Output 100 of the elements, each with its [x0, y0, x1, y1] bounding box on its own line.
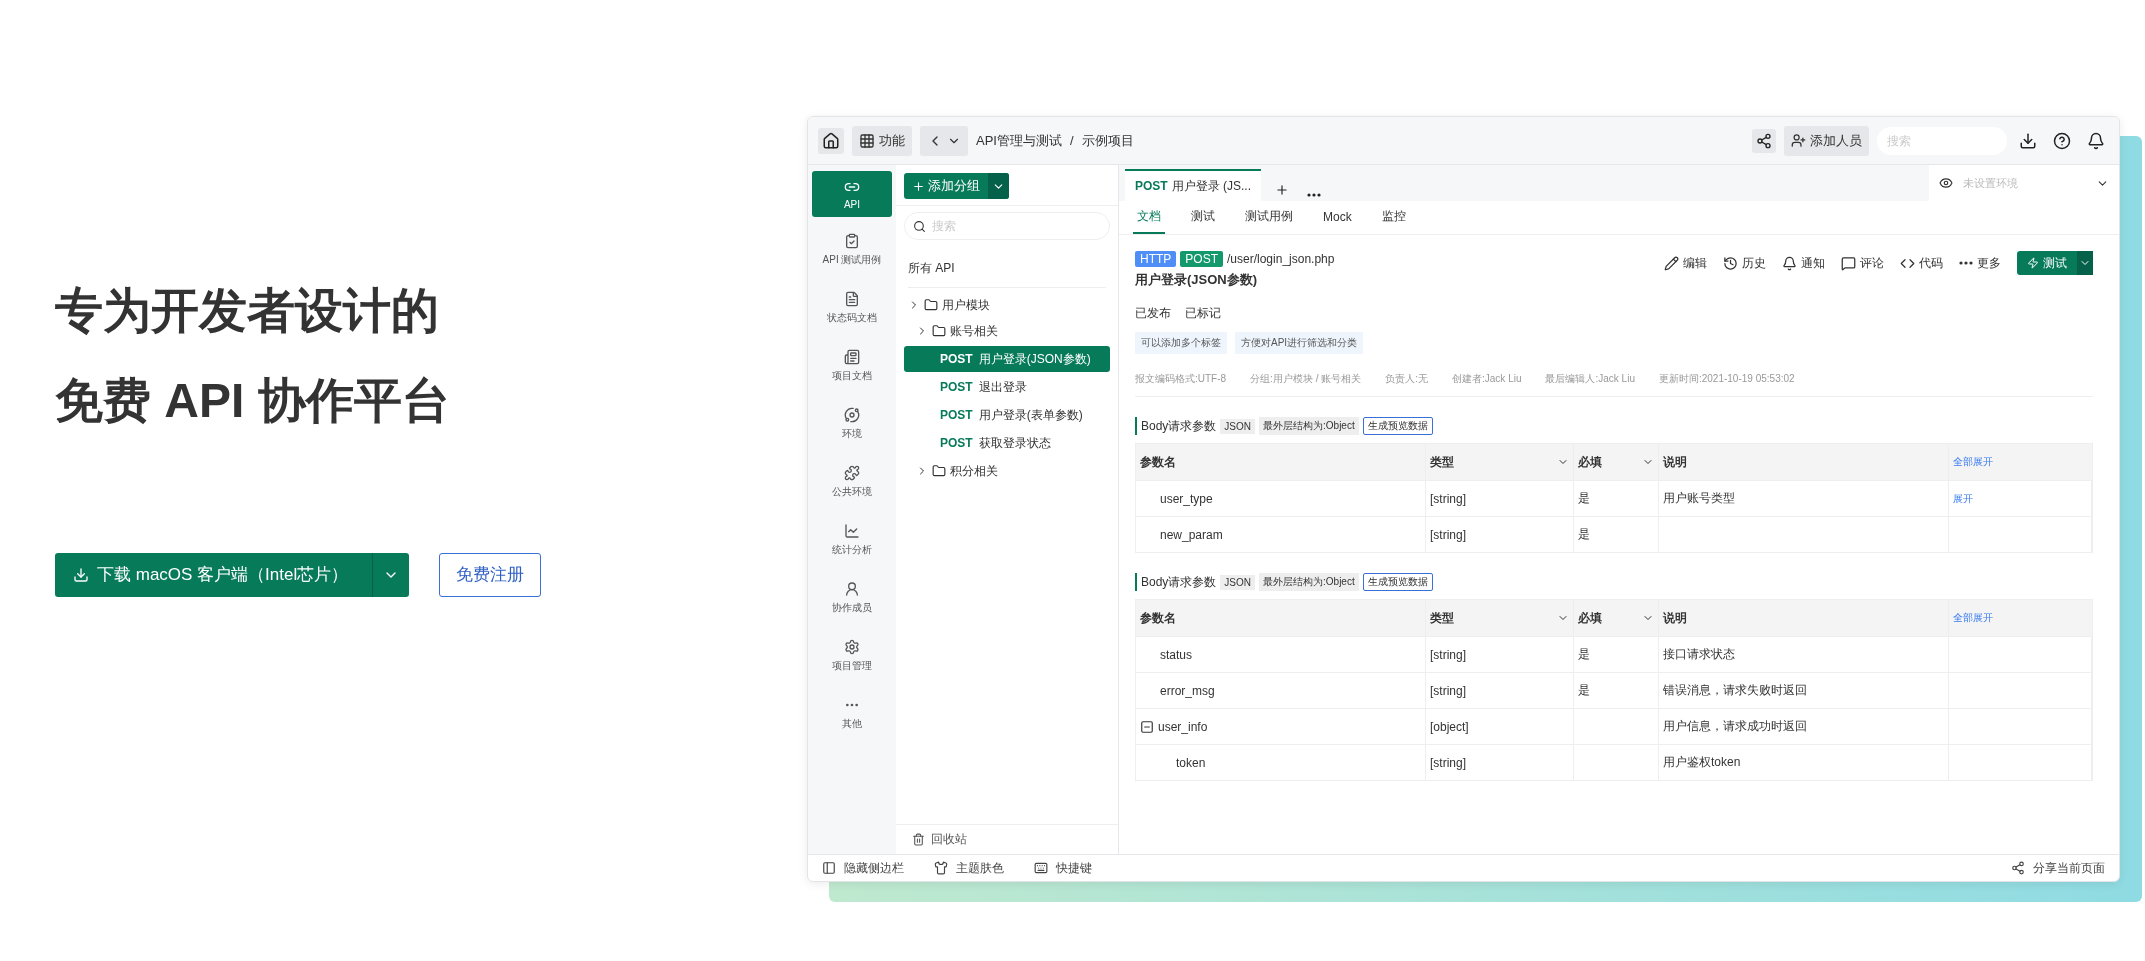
hero-title: 专为开发者设计的 — [55, 283, 440, 339]
endpoint-row[interactable]: POST 用户登录(表单参数) — [904, 402, 1110, 428]
sub-tab[interactable]: 监控 — [1377, 201, 1410, 234]
format-chip: JSON — [1220, 574, 1256, 590]
share-icon — [1756, 132, 1772, 149]
meta-text: 创建者:Jack Liu — [1452, 372, 1522, 386]
description-cell: 用户信息，请求成功时返回 — [1659, 708, 1949, 744]
hero-title: 免费 API 协作平台 — [55, 373, 451, 430]
history-icon — [1723, 255, 1738, 271]
sidebar-icon — [822, 861, 836, 875]
endpoint-row[interactable]: POST 退出登录 — [904, 374, 1110, 400]
nav-item[interactable]: 环境 — [812, 399, 892, 449]
param-name-cell: error_msg — [1136, 672, 1426, 708]
home-button[interactable] — [818, 127, 844, 154]
action-button[interactable]: 通知 — [1782, 254, 1825, 272]
endpoint-row[interactable]: POST 用户登录(JSON参数) — [904, 346, 1110, 372]
column-header: 参数名 — [1136, 600, 1426, 636]
pencil-icon — [1664, 255, 1679, 271]
shirt-icon — [934, 861, 948, 875]
test-button[interactable]: 测试 — [2017, 251, 2093, 275]
keyboard-icon — [1034, 861, 1048, 875]
download-button[interactable]: 下载 macOS 客户端（Intel芯片） — [55, 552, 410, 597]
api-tab[interactable]: POST 用户登录 (JS... — [1125, 169, 1261, 201]
description-cell: 用户账号类型 — [1659, 480, 1949, 516]
plus-icon — [1275, 183, 1289, 197]
add-member-button[interactable]: 添加人员 — [1784, 125, 1869, 156]
sub-tab[interactable]: 文档 — [1133, 201, 1165, 234]
document-icon — [844, 291, 860, 307]
back-button[interactable] — [920, 125, 968, 156]
add-group-button[interactable]: 添加分组 — [904, 173, 1009, 199]
action-button[interactable]: 代码 — [1900, 254, 1943, 272]
param-name-cell: user_info — [1136, 708, 1426, 744]
type-cell: [string] — [1426, 636, 1574, 672]
column-header: 必填 — [1574, 444, 1659, 480]
nav-item[interactable]: 统计分析 — [812, 515, 892, 565]
expand-all-link[interactable]: 全部展开 — [1949, 444, 2092, 480]
features-button[interactable]: 功能 — [852, 125, 912, 156]
breadcrumb-separator: / — [1069, 133, 1074, 148]
bolt-icon — [2027, 257, 2039, 269]
recycle-bin-item[interactable]: 回收站 — [896, 824, 1118, 854]
folder-icon — [924, 298, 938, 312]
endpoint-row[interactable]: POST 获取登录状态 — [904, 430, 1110, 456]
newspaper-icon — [844, 349, 860, 365]
nav-item[interactable]: API — [812, 171, 892, 217]
sub-tab[interactable]: 测试 — [1187, 201, 1219, 234]
nav-item[interactable]: 协作成员 — [812, 573, 892, 623]
user-plus-icon — [1791, 133, 1806, 148]
preview-button[interactable]: 生成预览数据 — [1362, 417, 1433, 435]
folder-icon — [932, 464, 946, 478]
home-icon — [822, 131, 840, 150]
breadcrumb-current: 示例项目 — [1081, 131, 1134, 150]
footer-button[interactable]: 快捷键 — [1034, 859, 1092, 877]
all-filter[interactable]: 所有 API — [908, 254, 1106, 288]
register-button[interactable]: 免费注册 — [439, 552, 542, 597]
description-cell: 接口请求状态 — [1659, 636, 1949, 672]
action-button[interactable]: 更多 — [1959, 254, 2001, 272]
share-button[interactable] — [1752, 128, 1776, 153]
action-button[interactable]: 历史 — [1723, 254, 1766, 272]
nav-item[interactable]: 公共环境 — [812, 457, 892, 507]
required-cell: 是 — [1574, 636, 1659, 672]
share-page-button[interactable]: 分享当前页面 — [2011, 859, 2105, 877]
nav-item[interactable]: API 测试用例 — [812, 225, 892, 275]
nav-item[interactable]: 项目文档 — [812, 341, 892, 391]
api-title: 用户登录(JSON参数) — [1135, 271, 1259, 289]
meta-text: 更新时间:2021-10-19 05:53:02 — [1658, 372, 1795, 386]
search-icon — [913, 219, 926, 233]
share-icon — [2011, 861, 2025, 875]
sub-tab[interactable]: Mock — [1319, 201, 1356, 234]
nav-item[interactable]: 项目管理 — [812, 631, 892, 681]
folder-item[interactable]: 账号相关 — [904, 318, 1110, 344]
collapse-icon[interactable] — [1140, 719, 1154, 734]
sub-tab[interactable]: 测试用例 — [1241, 201, 1297, 234]
footer-button[interactable]: 隐藏侧边栏 — [822, 859, 904, 877]
settings-icon — [844, 639, 860, 655]
help-icon — [2053, 131, 2071, 150]
comment-icon — [1841, 255, 1856, 271]
expand-all-link[interactable]: 全部展开 — [1949, 600, 2092, 636]
plus-icon — [912, 179, 925, 193]
format-chip: JSON — [1220, 418, 1256, 434]
column-header: 类型 — [1426, 444, 1574, 480]
folder-item[interactable]: 积分相关 — [904, 458, 1110, 484]
line-chart-icon — [844, 523, 860, 539]
breadcrumb-link[interactable]: API管理与测试 — [976, 131, 1062, 150]
bell-icon — [2087, 131, 2105, 150]
folder-icon — [932, 324, 946, 338]
footer-button[interactable]: 主题肤色 — [934, 859, 1004, 877]
folder-item[interactable]: 用户模块 — [904, 292, 1110, 318]
section-header: Body请求参数 JSON 最外层结构为:Object 生成预览数据 — [1135, 417, 2093, 435]
action-button[interactable]: 评论 — [1841, 254, 1884, 272]
bell-icon — [1782, 255, 1797, 271]
action-button[interactable]: 编辑 — [1664, 254, 1707, 272]
expand-link[interactable]: 展开 — [1953, 491, 1973, 506]
eye-icon — [1939, 176, 1953, 190]
more-icon — [1959, 261, 1973, 265]
user-icon — [844, 581, 860, 597]
preview-button[interactable]: 生成预览数据 — [1362, 573, 1433, 591]
nav-item[interactable]: 状态码文档 — [812, 283, 892, 333]
nav-item[interactable]: 其他 — [812, 689, 892, 739]
column-header: 说明 — [1659, 600, 1949, 636]
puzzle-icon — [844, 465, 860, 481]
